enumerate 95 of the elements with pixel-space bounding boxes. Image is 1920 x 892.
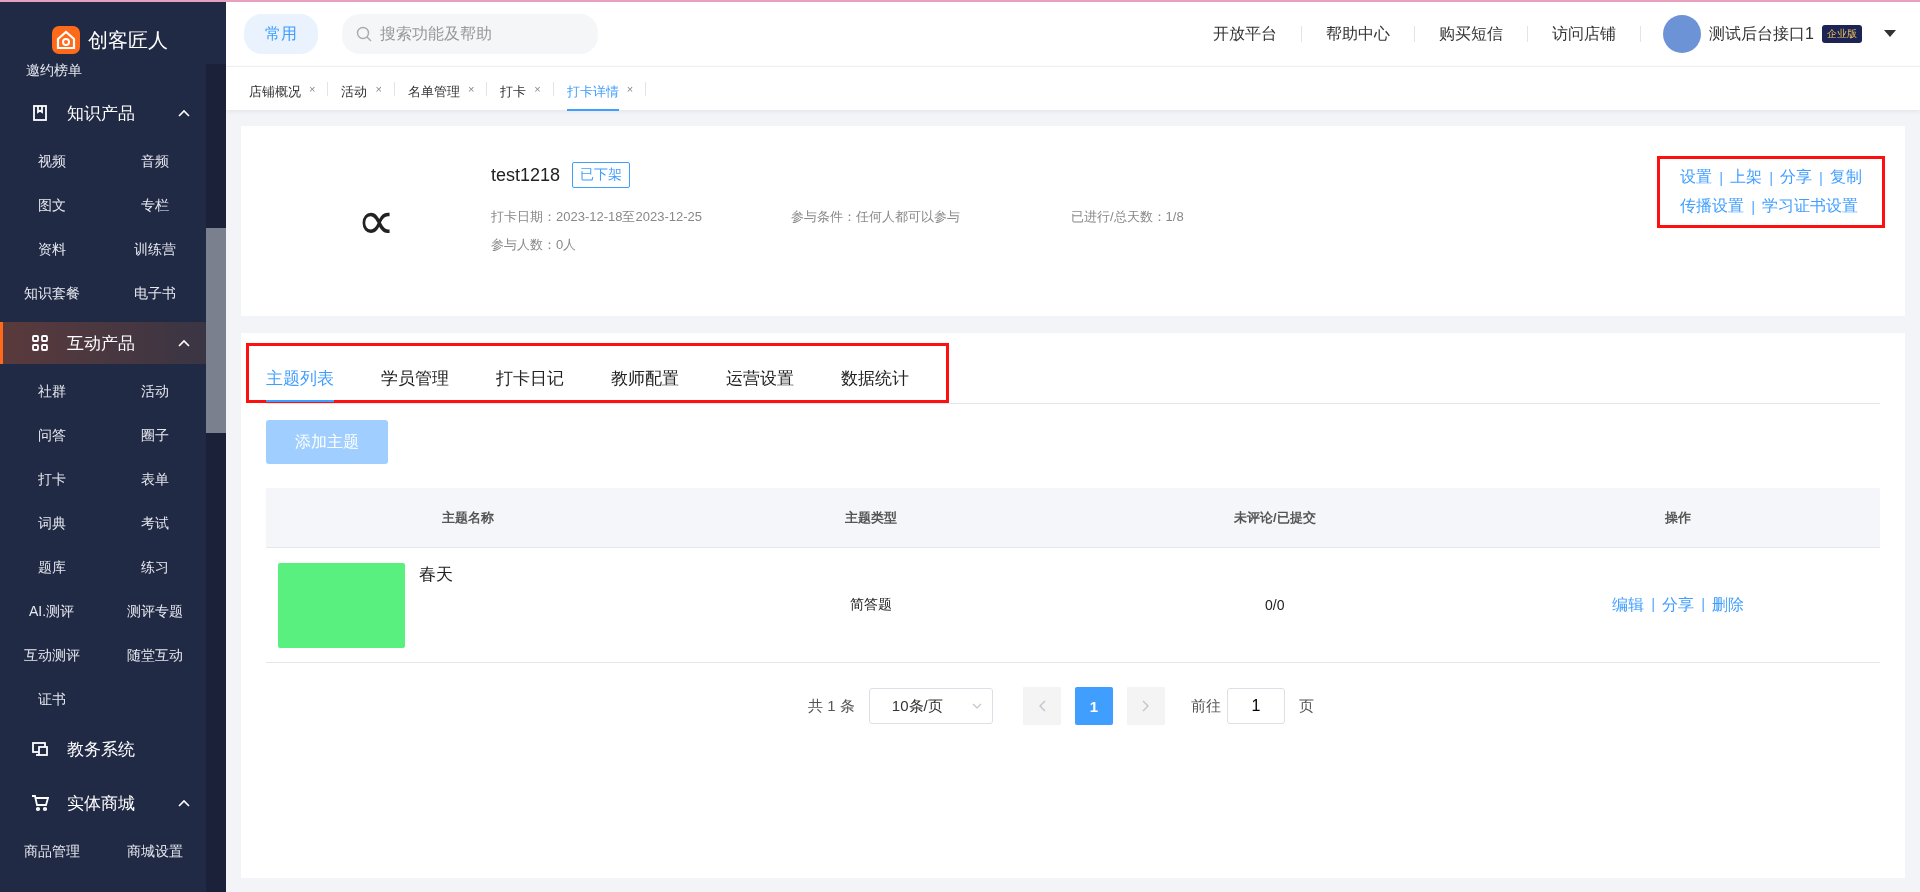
nav-link[interactable]: 开放平台 — [1189, 26, 1303, 42]
caret-down-icon[interactable] — [1884, 30, 1896, 38]
book-icon — [31, 104, 49, 122]
sidebar-item[interactable]: 专栏 — [103, 184, 206, 228]
meta-text: 参与条件：任何人都可以参与 — [791, 208, 961, 226]
sidebar-group[interactable]: 实体商城 — [0, 782, 206, 824]
separator: | — [1768, 169, 1775, 186]
monitor-icon — [31, 740, 49, 758]
nav-link[interactable]: 帮助中心 — [1302, 26, 1416, 42]
sidebar-item[interactable]: 练习 — [103, 546, 206, 590]
page-tab[interactable]: 名单管理 × — [394, 67, 488, 110]
sidebar-item[interactable]: 测评专题 — [103, 590, 206, 634]
sidebar-item[interactable]: 音频 — [103, 140, 206, 184]
search-field[interactable]: 搜索功能及帮助 — [342, 14, 598, 54]
plan-badge: 企业版 — [1822, 25, 1862, 43]
sidebar-item[interactable]: 邀约榜单 — [0, 58, 206, 86]
sidebar-item[interactable]: 电子书 — [103, 272, 206, 316]
house-logo-icon — [52, 26, 80, 54]
chevron-down-icon — [971, 703, 982, 709]
grid-icon — [31, 334, 49, 352]
sidebar-item[interactable]: 问答 — [0, 414, 103, 458]
table-cell-text: 0/0 — [1264, 597, 1286, 613]
sidebar-item[interactable]: AI.测评 — [0, 590, 103, 634]
close-icon[interactable]: × — [534, 82, 541, 95]
cart-icon — [31, 794, 49, 812]
sidebar-item[interactable]: 考试 — [103, 502, 206, 546]
sidebar-group[interactable]: 教务系统 — [0, 728, 206, 770]
column-header: 未评论/已提交 — [1232, 508, 1317, 527]
tab[interactable]: 学员管理 — [359, 346, 474, 400]
table-cell-text: 春天 — [419, 564, 453, 586]
tab[interactable]: 教师配置 — [589, 346, 704, 400]
chevron-right-icon — [1141, 700, 1150, 712]
sidebar-item[interactable]: 视频 — [0, 140, 103, 184]
logo-symbol: ∝ — [355, 188, 397, 252]
title: test1218 — [491, 164, 561, 186]
sidebar-item[interactable]: 证书 — [0, 678, 103, 722]
close-icon[interactable]: × — [626, 82, 634, 95]
chevron-left-icon — [1037, 700, 1046, 712]
close-icon[interactable]: × — [375, 82, 382, 95]
chevron-up-icon — [178, 799, 190, 807]
status-tag: 已下架 — [572, 162, 631, 188]
table-cell-text: 简答题 — [849, 596, 894, 614]
separator: | — [1750, 198, 1757, 215]
sidebar-item[interactable]: 表单 — [103, 458, 206, 502]
avatar[interactable] — [1663, 15, 1702, 53]
total-text: 共 1 条 — [808, 696, 855, 716]
sidebar-item[interactable]: 图文 — [0, 184, 103, 228]
brand-name: 创客匠人 — [88, 27, 168, 53]
search-icon — [356, 26, 372, 42]
meta-text: 打卡日期：2023-12-18至2023-12-25 — [491, 208, 703, 226]
page-suffix: 页 — [1298, 696, 1314, 716]
nav-link[interactable]: 访问店铺 — [1528, 26, 1642, 42]
column-header: 操作 — [1664, 508, 1693, 527]
sidebar-group[interactable]: 知识产品 — [0, 92, 206, 134]
sidebar-item[interactable]: 词典 — [0, 502, 103, 546]
sidebar-item[interactable]: 题库 — [0, 546, 103, 590]
sidebar-item[interactable]: 互动测评 — [0, 634, 103, 678]
sidebar-item[interactable]: 圈子 — [103, 414, 206, 458]
separator: | — [1650, 594, 1657, 614]
sidebar-group[interactable]: 互动产品 — [0, 322, 206, 364]
separator: | — [1818, 169, 1824, 186]
sidebar-item[interactable]: 商城设置 — [103, 830, 206, 874]
page-tab[interactable]: 活动 × — [328, 67, 395, 110]
sidebar-item[interactable]: 资料 — [0, 228, 103, 272]
chevron-up-icon — [178, 339, 190, 347]
tab[interactable]: 运营设置 — [704, 346, 819, 400]
close-icon[interactable]: × — [309, 82, 316, 95]
sidebar-item[interactable]: 知识套餐 — [0, 272, 103, 316]
next-page-button[interactable] — [1126, 687, 1165, 725]
sidebar-item[interactable]: 打卡 — [0, 458, 103, 502]
close-icon[interactable]: × — [467, 82, 475, 95]
tab[interactable]: 数据统计 — [819, 346, 934, 400]
user-name: 测试后台接口1 — [1709, 23, 1814, 44]
meta-text: 已进行/总天数：1/8 — [1071, 208, 1185, 226]
prev-page-button[interactable] — [1022, 687, 1061, 725]
meta-text: 参与人数：0人 — [491, 236, 578, 254]
separator: | — [1718, 169, 1725, 186]
tab[interactable]: 打卡日记 — [474, 346, 589, 400]
sidebar-item[interactable]: 社群 — [0, 370, 103, 414]
chevron-up-icon — [178, 109, 190, 117]
page-tab[interactable]: 打卡详情 × — [553, 67, 647, 110]
page-input[interactable]: 1 — [1226, 688, 1285, 724]
sidebar-item[interactable]: 活动 — [103, 370, 206, 414]
sidebar-item[interactable]: 训练营 — [103, 228, 206, 272]
column-header: 主题名称 — [440, 508, 495, 527]
scrollbar-thumb[interactable] — [206, 228, 226, 433]
sidebar-item[interactable]: 随堂互动 — [103, 634, 206, 678]
nav-link[interactable]: 购买短信 — [1415, 26, 1529, 42]
column-header: 主题类型 — [844, 508, 899, 527]
page-size-select[interactable]: 10条/页 — [868, 688, 993, 724]
separator: | — [1700, 594, 1707, 614]
page-tab[interactable]: 店铺概况 × — [236, 67, 329, 110]
goto-label: 前往 — [1190, 696, 1221, 716]
sidebar-item[interactable]: 商品管理 — [0, 830, 103, 874]
page-tab[interactable]: 打卡 × — [487, 67, 554, 110]
